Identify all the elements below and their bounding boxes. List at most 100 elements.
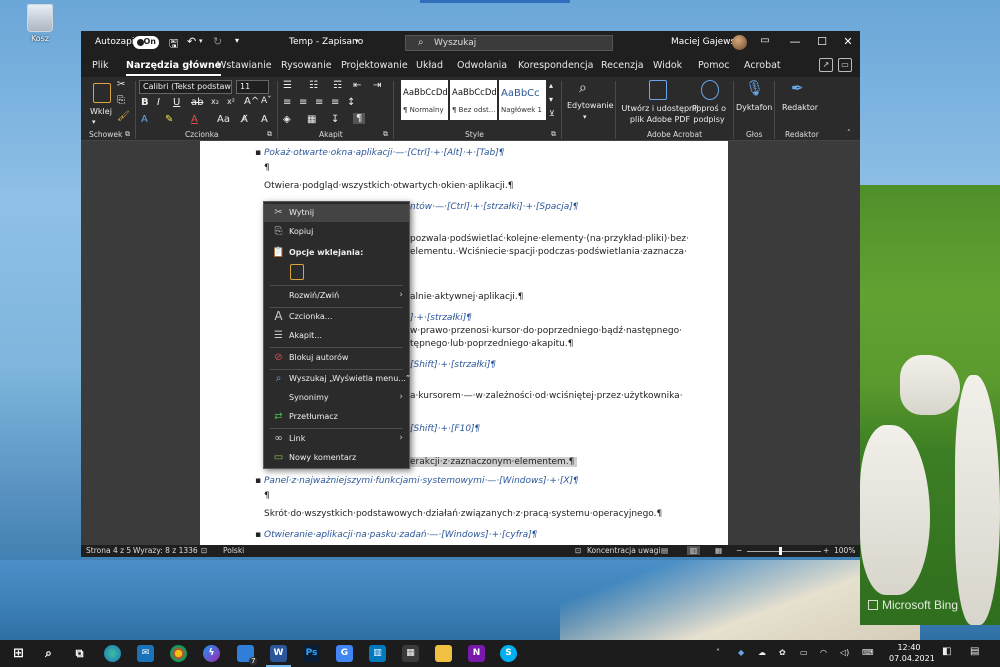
- bold-button[interactable]: B: [141, 97, 149, 108]
- font-color-icon[interactable]: A: [191, 114, 198, 125]
- tray-battery-icon[interactable]: ▭: [800, 648, 808, 657]
- request-signatures-button[interactable]: Poproś o podpisy: [687, 103, 731, 125]
- grow-font-button[interactable]: A^: [244, 96, 259, 107]
- microphone-icon[interactable]: 🎙: [745, 79, 764, 97]
- tab-view[interactable]: Widok: [653, 60, 682, 71]
- menu-item-link[interactable]: ∞ Link ›: [264, 430, 409, 448]
- volume-icon[interactable]: ◁): [840, 648, 849, 657]
- proofing-icon[interactable]: ⊡: [201, 546, 207, 555]
- menu-item-smart-lookup[interactable]: ⌕ Wyszukaj „Wyświetla menu...”: [264, 370, 410, 388]
- underline-button[interactable]: U: [173, 97, 180, 108]
- zoom-slider-thumb[interactable]: [779, 547, 782, 555]
- document-title[interactable]: Temp - Zapisano: [289, 37, 363, 47]
- dictate-button[interactable]: Dyktafon: [736, 103, 772, 112]
- web-layout-icon[interactable]: ▦: [715, 546, 722, 555]
- word-icon[interactable]: W: [266, 645, 291, 667]
- shrink-font-button[interactable]: Aˇ: [261, 96, 272, 106]
- editor-pen-icon[interactable]: ✒: [791, 79, 804, 97]
- chrome-icon[interactable]: [170, 645, 187, 662]
- editor-button[interactable]: Redaktor: [782, 103, 818, 112]
- zoom-slider[interactable]: [747, 551, 821, 552]
- font-launcher-icon[interactable]: ⧉: [267, 130, 272, 139]
- align-center-icon[interactable]: ≡: [299, 97, 307, 108]
- tab-design[interactable]: Projektowanie: [341, 60, 408, 71]
- decrease-indent-icon[interactable]: ⇤: [353, 80, 361, 91]
- cut-icon[interactable]: ✂: [117, 79, 125, 90]
- page-indicator[interactable]: Strona 4 z 5: [86, 546, 131, 555]
- skype-icon[interactable]: S: [500, 645, 517, 662]
- styles-scroll-up-icon[interactable]: ▴: [549, 81, 553, 90]
- paste-dropdown-icon[interactable]: ▾: [92, 118, 96, 126]
- tray-cloud-icon[interactable]: ☁: [758, 648, 766, 657]
- tab-file[interactable]: Plik: [92, 60, 109, 71]
- paragraph-launcher-icon[interactable]: ⧉: [383, 130, 388, 139]
- style-no-spacing[interactable]: AaBbCcDd ¶ Bez odst...: [450, 80, 497, 120]
- sort-icon[interactable]: ↧: [331, 114, 339, 125]
- share-icon[interactable]: ↗: [819, 58, 833, 72]
- focus-mode-button[interactable]: Koncentracja uwagi: [587, 546, 661, 555]
- clock[interactable]: 12:40 07.04.2021: [889, 642, 935, 664]
- align-right-icon[interactable]: ≡: [315, 97, 323, 108]
- menu-item-block-authors[interactable]: ⊘ Blokuj autorów: [264, 349, 409, 367]
- zoom-out-icon[interactable]: −: [736, 546, 742, 555]
- font-name-field[interactable]: Calibri (Tekst podstawo: [139, 80, 232, 94]
- copy-icon[interactable]: ⎘: [117, 95, 125, 106]
- menu-item-translate[interactable]: ⇄ Przetłumacz: [264, 408, 409, 426]
- mail-icon[interactable]: ✉: [137, 645, 154, 662]
- line-spacing-icon[interactable]: ↕: [347, 97, 355, 108]
- read-mode-icon[interactable]: ▤: [661, 546, 668, 555]
- google-docs-icon[interactable]: G: [336, 645, 353, 662]
- undo-icon[interactable]: ↶: [187, 35, 196, 48]
- onenote-icon[interactable]: N: [468, 645, 485, 662]
- borders-icon[interactable]: ▦: [307, 114, 316, 125]
- menu-item-new-comment[interactable]: ▭ Nowy komentarz: [264, 449, 409, 467]
- menu-item-copy[interactable]: ⎘ Kopiuj: [264, 223, 409, 241]
- clipboard-launcher-icon[interactable]: ⧉: [125, 130, 130, 139]
- search-input[interactable]: ⌕ Wyszukaj: [405, 35, 613, 51]
- tray-dropbox-icon[interactable]: ◆: [738, 648, 744, 657]
- edge-icon[interactable]: [104, 645, 121, 662]
- tab-mailings[interactable]: Korespondencja: [518, 60, 594, 71]
- notifications-icon[interactable]: ▤: [970, 646, 979, 657]
- customize-toolbar-icon[interactable]: ▾: [235, 36, 239, 45]
- comments-icon[interactable]: ▭: [838, 58, 852, 72]
- subscript-button[interactable]: x₂: [211, 97, 219, 106]
- styles-launcher-icon[interactable]: ⧉: [551, 130, 556, 139]
- avatar[interactable]: [732, 35, 747, 50]
- trello-icon[interactable]: ▥: [369, 645, 386, 662]
- calculator-icon[interactable]: ▦: [402, 645, 419, 662]
- styles-more-icon[interactable]: ⊻: [549, 109, 555, 118]
- bullets-icon[interactable]: ☰: [283, 80, 292, 91]
- format-painter-icon[interactable]: 🖌: [117, 111, 130, 122]
- redo-icon[interactable]: ↻: [213, 35, 222, 48]
- recycle-bin[interactable]: Kosz: [20, 4, 60, 43]
- paste-button[interactable]: Wklej: [90, 107, 112, 116]
- maximize-icon[interactable]: ☐: [814, 35, 830, 48]
- tray-overflow-icon[interactable]: ˄: [716, 648, 720, 657]
- search-icon[interactable]: ⌕: [40, 645, 57, 662]
- close-icon[interactable]: ✕: [840, 35, 856, 48]
- start-windows-icon[interactable]: ⊞: [10, 645, 27, 662]
- superscript-button[interactable]: x²: [227, 97, 235, 106]
- keyboard-icon[interactable]: ⌨: [862, 648, 874, 657]
- zoom-in-icon[interactable]: +: [823, 546, 829, 555]
- ribbon-display-icon[interactable]: ▭: [757, 35, 773, 46]
- style-normal[interactable]: AaBbCcDd ¶ Normalny: [401, 80, 448, 120]
- word-count[interactable]: Wyrazy: 8 z 1336: [133, 546, 198, 555]
- tray-app-icon[interactable]: ✿: [779, 648, 786, 657]
- task-view-icon[interactable]: ⧉: [71, 645, 88, 662]
- photoshop-icon[interactable]: Ps: [303, 645, 320, 662]
- editing-button[interactable]: Edytowanie: [567, 101, 614, 110]
- collapse-ribbon-icon[interactable]: ˄: [847, 129, 851, 137]
- style-heading-1[interactable]: AaBbCc Nagłówek 1: [499, 80, 546, 120]
- menu-item-synonyms[interactable]: Synonimy ›: [264, 389, 409, 407]
- wifi-icon[interactable]: ◠: [820, 648, 827, 657]
- request-signatures-icon[interactable]: [701, 80, 719, 100]
- highlight-icon[interactable]: ✎: [165, 114, 173, 125]
- focus-icon[interactable]: ⊡: [575, 546, 581, 555]
- tab-layout[interactable]: Układ: [416, 60, 443, 71]
- tab-acrobat[interactable]: Acrobat: [744, 60, 781, 71]
- file-explorer-icon[interactable]: [435, 645, 452, 662]
- minimize-icon[interactable]: —: [787, 35, 803, 48]
- language-indicator[interactable]: Polski: [223, 546, 244, 555]
